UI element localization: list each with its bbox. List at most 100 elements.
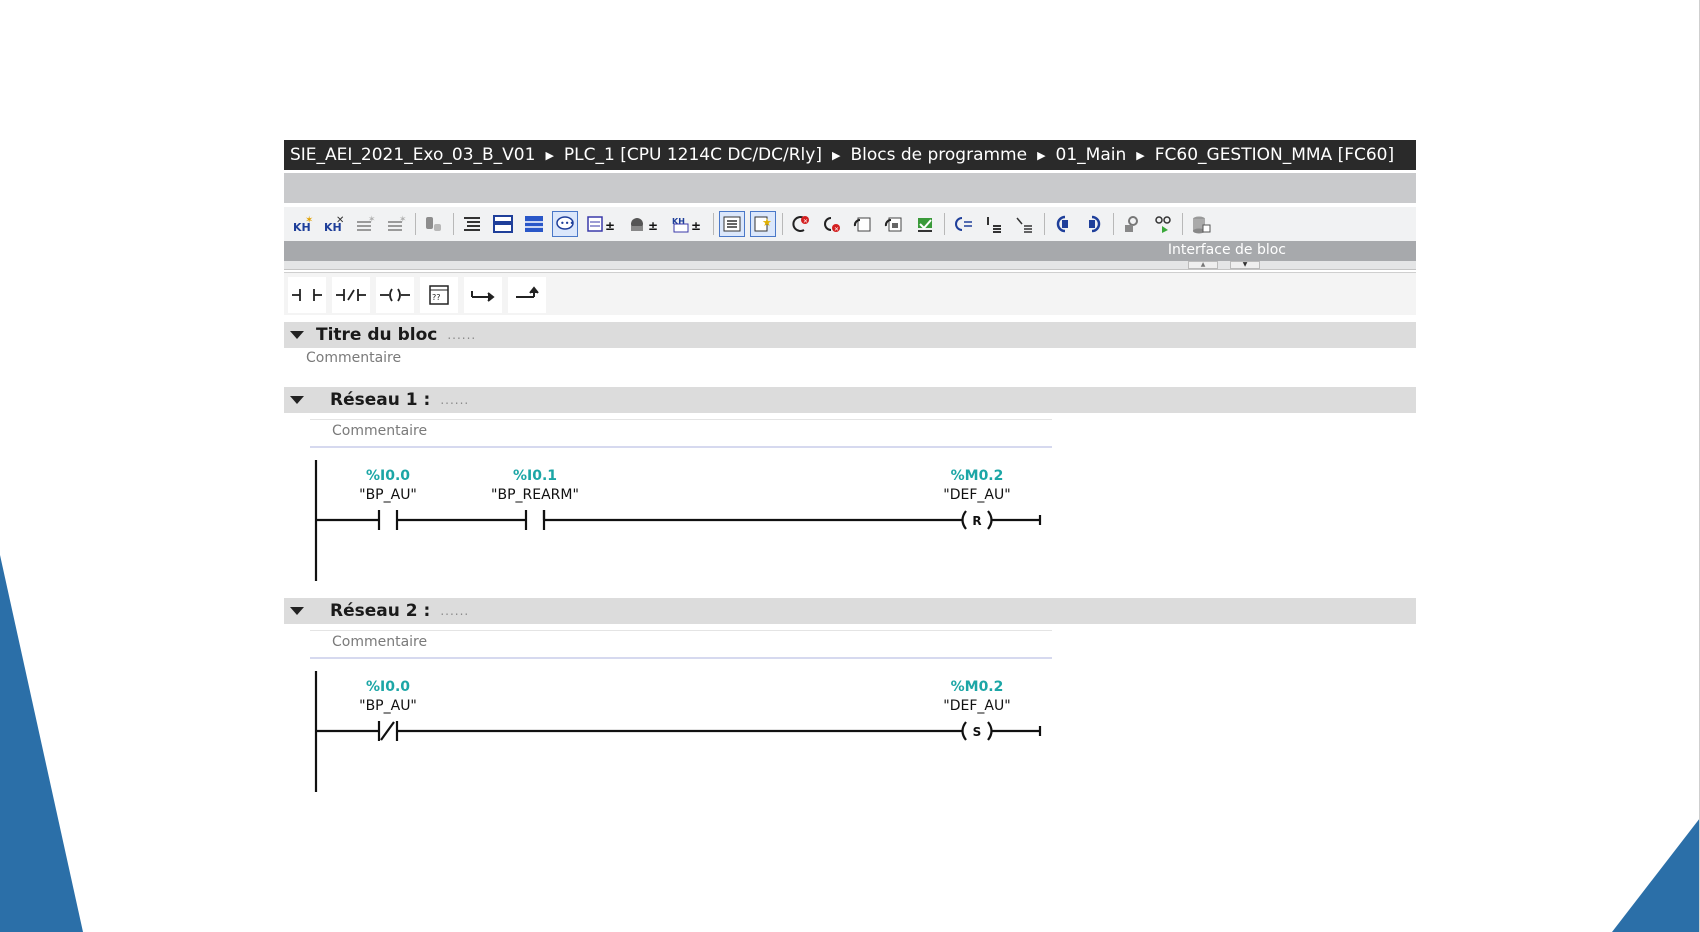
splitter-handle[interactable]: ▲ ▼ xyxy=(284,261,1416,270)
breadcrumb: SIE_AEI_2021_Exo_03_B_V01 ▶ PLC_1 [CPU 1… xyxy=(284,140,1416,170)
toolbar-separator xyxy=(713,213,714,235)
jump-forward-icon[interactable] xyxy=(1081,211,1107,237)
svg-text:??: ?? xyxy=(432,293,441,302)
block-title-header[interactable]: Titre du bloc ...... xyxy=(284,322,1416,348)
block-interface-bar[interactable]: Interface de bloc xyxy=(284,241,1416,261)
network-2-coil-address[interactable]: %M0.2 xyxy=(917,679,1037,695)
db-icon[interactable] xyxy=(1188,211,1214,237)
network-2-dots: ...... xyxy=(440,604,470,618)
network-1-contact-1-name[interactable]: "BP_AU" xyxy=(318,487,458,503)
breadcrumb-arrow-icon: ▶ xyxy=(545,148,554,162)
svg-text:±: ± xyxy=(691,219,701,233)
network-1-contact-2-address[interactable]: %I0.1 xyxy=(475,468,595,484)
network-1-coil-name[interactable]: "DEF_AU" xyxy=(907,487,1047,503)
network-1-rung: R %I0.0 "BP_AU" %I0.1 "BP_REARM" %M0.2 "… xyxy=(314,460,1042,590)
outdent-icon[interactable] xyxy=(1012,211,1038,237)
ladder-palette: ?? xyxy=(284,272,1416,315)
network-2-comment-box[interactable]: Commentaire xyxy=(310,630,1052,659)
contact-no-icon[interactable] xyxy=(288,277,326,313)
comments-icon[interactable]: ••• xyxy=(552,211,578,237)
network-1-contact-1-address[interactable]: %I0.0 xyxy=(328,468,448,484)
close-branch-icon[interactable] xyxy=(508,277,546,313)
jump-back-icon[interactable] xyxy=(1050,211,1076,237)
editor-header-bar xyxy=(284,173,1416,203)
breadcrumb-arrow-icon: ▶ xyxy=(1136,148,1145,162)
network-1-comment: Commentaire xyxy=(332,423,428,439)
breadcrumb-arrow-icon: ▶ xyxy=(831,148,841,162)
previous-icon[interactable] xyxy=(950,211,976,237)
next-error-icon[interactable] xyxy=(850,211,876,237)
svg-text:✶: ✶ xyxy=(399,215,407,225)
go-to-error-icon[interactable]: ✕ xyxy=(788,211,814,237)
editor-toolbar: KH ✶ KH ✕ ✶ ✶ ••• ± ± KH ± ★ ✕ ✕ xyxy=(284,207,1416,241)
coil-left xyxy=(961,721,967,741)
previous-error-icon[interactable]: ✕ xyxy=(819,211,845,237)
svg-text:✕: ✕ xyxy=(803,218,808,225)
absolute-operands-icon[interactable] xyxy=(459,211,485,237)
block-title: Titre du bloc xyxy=(316,325,438,345)
svg-text:✕: ✕ xyxy=(834,226,839,233)
tia-portal-editor: SIE_AEI_2021_Exo_03_B_V01 ▶ PLC_1 [CPU 1… xyxy=(284,140,1416,800)
favorites-icon[interactable] xyxy=(490,211,516,237)
indent-icon[interactable] xyxy=(981,211,1007,237)
block-comment[interactable]: Commentaire xyxy=(306,350,401,366)
breadcrumb-program-blocks[interactable]: Blocs de programme xyxy=(844,145,1033,165)
breadcrumb-plc[interactable]: PLC_1 [CPU 1214C DC/DC/Rly] xyxy=(558,145,828,165)
network-1-title: Réseau 1 : xyxy=(330,390,431,410)
network-2-title: Réseau 2 : xyxy=(330,601,431,621)
toolbar-separator xyxy=(1113,213,1114,235)
toolbar-separator xyxy=(1044,213,1045,235)
breadcrumb-project[interactable]: SIE_AEI_2021_Exo_03_B_V01 xyxy=(284,145,541,165)
toggle-icon[interactable] xyxy=(421,211,447,237)
network-2-rung: S %I0.0 "BP_AU" %M0.2 "DEF_AU" xyxy=(314,671,1042,801)
network-1-coil-address[interactable]: %M0.2 xyxy=(917,468,1037,484)
networks-icon[interactable] xyxy=(521,211,547,237)
svg-text:•••: ••• xyxy=(560,219,574,228)
collapse-triangle-icon[interactable] xyxy=(290,607,304,615)
network-2-coil-name[interactable]: "DEF_AU" xyxy=(907,698,1047,714)
coil-icon[interactable] xyxy=(376,277,414,313)
monitoring-icon[interactable] xyxy=(1119,211,1145,237)
outline-icon[interactable] xyxy=(719,211,745,237)
network-2-header[interactable]: Réseau 2 : ...... xyxy=(284,598,1416,624)
watch-icon[interactable]: KH ± xyxy=(669,211,707,237)
network-2-contact-1-address[interactable]: %I0.0 xyxy=(328,679,448,695)
open-branch-icon[interactable] xyxy=(464,277,502,313)
insert-row-icon[interactable]: ✶ xyxy=(352,211,378,237)
navigate-icon[interactable] xyxy=(881,211,907,237)
network-1-coil-letter: R xyxy=(972,514,981,528)
block-title-dots: ...... xyxy=(447,328,477,342)
svg-text:✶: ✶ xyxy=(368,215,376,225)
contact-slash xyxy=(380,721,395,741)
toolbar-separator xyxy=(453,213,454,235)
network-1-header[interactable]: Réseau 1 : ...... xyxy=(284,387,1416,413)
breadcrumb-block[interactable]: FC60_GESTION_MMA [FC60] xyxy=(1149,145,1400,165)
collapse-triangle-icon[interactable] xyxy=(290,331,304,339)
add-row-icon[interactable]: ✶ xyxy=(383,211,409,237)
network-2-contact-1-name[interactable]: "BP_AU" xyxy=(318,698,458,714)
insert-network-icon[interactable]: KH ✶ xyxy=(290,211,316,237)
show-favorites-icon[interactable]: ★ xyxy=(750,211,776,237)
empty-box-icon[interactable]: ?? xyxy=(420,277,458,313)
svg-text:±: ± xyxy=(648,219,658,233)
breadcrumb-arrow-icon: ▶ xyxy=(1037,148,1046,162)
coil-right xyxy=(987,721,993,741)
display-icon[interactable] xyxy=(1150,211,1176,237)
block-interface-label: Interface de bloc xyxy=(1167,242,1286,258)
network-1-dots: ...... xyxy=(440,393,470,407)
network-1-contact-2-name[interactable]: "BP_REARM" xyxy=(465,487,605,503)
update-icon[interactable] xyxy=(912,211,938,237)
open-all-networks-icon[interactable]: ± xyxy=(583,211,621,237)
toolbar-separator xyxy=(944,213,945,235)
network-1-comment-box[interactable]: Commentaire xyxy=(310,419,1052,448)
svg-text:★: ★ xyxy=(762,216,772,229)
toolbar-separator xyxy=(415,213,416,235)
coil-right xyxy=(987,510,993,530)
contact-nc-icon[interactable] xyxy=(332,277,370,313)
close-all-networks-icon[interactable]: ± xyxy=(626,211,664,237)
coil-left xyxy=(961,510,967,530)
delete-network-icon[interactable]: KH ✕ xyxy=(321,211,347,237)
breadcrumb-main[interactable]: 01_Main xyxy=(1050,145,1133,165)
network-2-comment: Commentaire xyxy=(332,634,428,650)
collapse-triangle-icon[interactable] xyxy=(290,396,304,404)
